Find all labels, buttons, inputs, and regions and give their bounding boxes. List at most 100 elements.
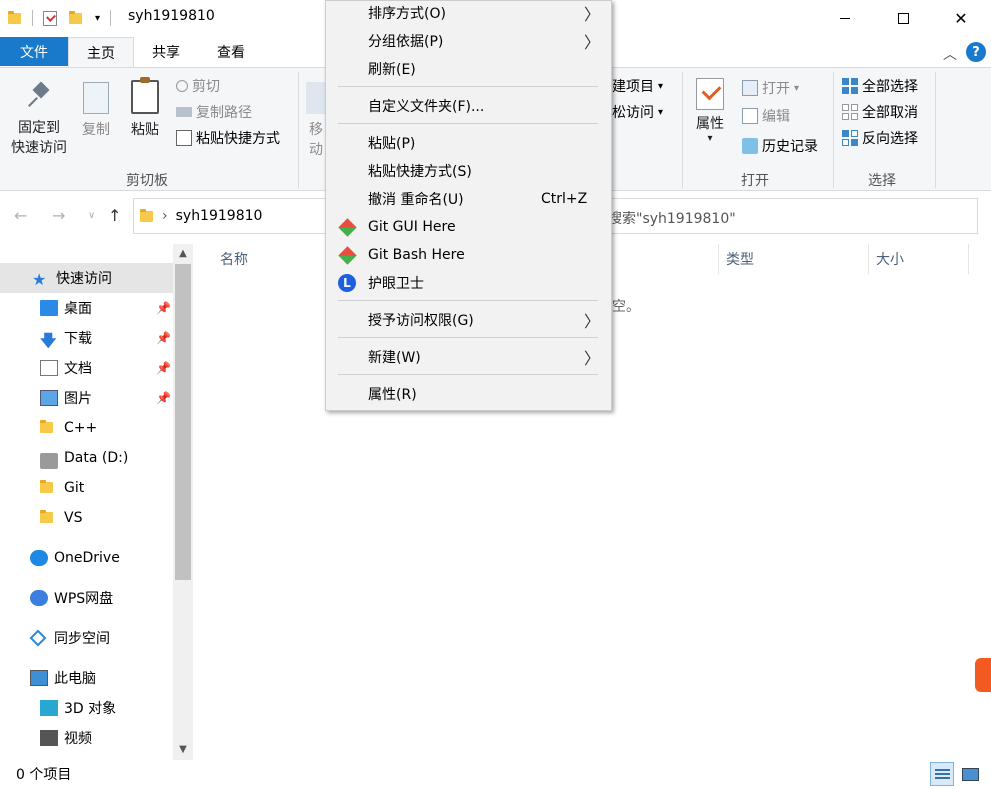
recent-locations-chevron-icon[interactable]: ∨ <box>88 210 95 221</box>
menu-item-paste[interactable]: 粘贴(P) <box>326 129 611 157</box>
tab-file[interactable]: 文件 <box>0 37 68 66</box>
breadcrumb: › syh1919810 <box>140 208 262 224</box>
sidebar-item-pictures[interactable]: 图片 <box>0 383 173 413</box>
submenu-arrow-icon: 〉 <box>584 312 601 331</box>
menu-item-new[interactable]: 新建(W) 〉 <box>326 343 611 371</box>
tab-share[interactable]: 共享 <box>134 37 198 67</box>
menu-item-refresh[interactable]: 刷新(E) <box>326 55 611 83</box>
menu-separator <box>338 123 598 124</box>
menu-item-group-by[interactable]: 分组依据(P) 〉 <box>326 27 611 55</box>
close-button[interactable]: ✕ <box>932 0 990 36</box>
up-arrow-icon[interactable]: ↑ <box>108 206 121 225</box>
sidebar-item-this-pc[interactable]: 此电脑 <box>0 663 173 693</box>
help-icon[interactable]: ? <box>966 42 986 62</box>
copy-path-button[interactable]: 复制路径 <box>176 102 252 122</box>
large-icons-view-button[interactable] <box>958 762 982 786</box>
menu-item-undo-rename[interactable]: 撤消 重命名(U) Ctrl+Z <box>326 185 611 213</box>
pin-label-line1: 固定到 <box>18 120 60 136</box>
column-divider[interactable] <box>718 244 719 274</box>
search-input[interactable]: 搜索"syh1919810" <box>608 208 736 228</box>
sidebar-item-vs[interactable]: VS <box>0 503 173 533</box>
sidebar-item-label: VS <box>64 510 83 526</box>
history-button[interactable]: 历史记录 <box>742 136 818 156</box>
paste-button[interactable]: 粘贴 <box>126 74 164 140</box>
menu-item-git-gui[interactable]: Git GUI Here <box>326 213 611 241</box>
properties-icon <box>696 78 724 110</box>
pin-icon[interactable]: 📌 <box>156 331 171 345</box>
menu-item-sort-by[interactable]: 排序方式(O) 〉 <box>326 0 611 27</box>
paste-shortcut-button[interactable]: 粘贴快捷方式 <box>176 128 280 148</box>
breadcrumb-current[interactable]: syh1919810 <box>176 208 263 224</box>
sidebar-item-quick-access[interactable]: ★ 快速访问 <box>0 263 173 293</box>
menu-item-properties[interactable]: 属性(R) <box>326 380 611 408</box>
sidebar-item-documents[interactable]: 文档 <box>0 353 173 383</box>
submenu-arrow-icon: 〉 <box>584 5 601 24</box>
back-arrow-icon[interactable]: ← <box>14 206 27 225</box>
menu-item-label: 刷新(E) <box>368 62 416 78</box>
video-icon <box>40 730 58 746</box>
new-item-button[interactable]: 建项目 ▾ <box>612 76 663 96</box>
scroll-down-icon[interactable]: ▼ <box>173 740 193 758</box>
folder-icon <box>40 480 58 496</box>
column-header-type[interactable]: 类型 <box>726 244 754 274</box>
details-view-button[interactable] <box>930 762 954 786</box>
copy-button[interactable]: 复制 <box>78 74 114 140</box>
properties-quick-icon[interactable] <box>43 10 57 26</box>
maximize-button[interactable] <box>874 0 932 36</box>
tab-view[interactable]: 查看 <box>198 37 264 67</box>
pin-icon[interactable]: 📌 <box>156 391 171 405</box>
menu-item-give-access[interactable]: 授予访问权限(G) 〉 <box>326 306 611 334</box>
move-to-icon <box>306 82 326 114</box>
sidebar-item-sync-space[interactable]: 同步空间 <box>0 623 173 653</box>
forward-arrow-icon[interactable]: → <box>52 206 65 225</box>
menu-item-paste-shortcut[interactable]: 粘贴快捷方式(S) <box>326 157 611 185</box>
select-all-button[interactable]: 全部选择 <box>842 76 918 96</box>
sidebar-item-videos[interactable]: 视频 <box>0 723 173 753</box>
paste-shortcut-label: 粘贴快捷方式 <box>196 131 280 147</box>
minimize-button[interactable] <box>816 0 874 36</box>
scroll-up-icon[interactable]: ▲ <box>173 244 193 262</box>
new-folder-quick-icon[interactable] <box>69 11 83 25</box>
cut-button[interactable]: 剪切 <box>176 76 220 96</box>
tab-home[interactable]: 主页 <box>68 37 134 68</box>
sidebar-item-git[interactable]: Git <box>0 473 173 503</box>
menu-item-customize-folder[interactable]: 自定义文件夹(F)... <box>326 92 611 120</box>
column-header-size[interactable]: 大小 <box>876 244 904 274</box>
select-none-button[interactable]: 全部取消 <box>842 102 918 122</box>
menu-item-label: Git Bash Here <box>368 247 465 263</box>
sidebar-item-onedrive[interactable]: OneDrive <box>0 543 173 573</box>
column-divider[interactable] <box>968 244 969 274</box>
menu-item-git-bash[interactable]: Git Bash Here <box>326 241 611 269</box>
customize-toolbar-chevron-icon[interactable]: ▾ <box>95 13 100 24</box>
sidebar-item-cpp[interactable]: C++ <box>0 413 173 443</box>
sidebar-item-3d-objects[interactable]: 3D 对象 <box>0 693 173 723</box>
new-item-label: 建项目 <box>612 79 654 95</box>
pin-to-quick-access-button[interactable]: 固定到 快速访问 <box>8 74 70 158</box>
scroll-thumb[interactable] <box>175 264 191 580</box>
sidebar-scrollbar[interactable]: ▲ ▼ <box>173 244 193 760</box>
sidebar-item-wps-drive[interactable]: WPS网盘 <box>0 583 173 613</box>
menu-item-eye-guard[interactable]: L 护眼卫士 <box>326 269 611 297</box>
sidebar-item-label: 桌面 <box>64 301 92 317</box>
pin-icon[interactable]: 📌 <box>156 301 171 315</box>
sidebar-item-data-drive[interactable]: Data (D:) <box>0 443 173 473</box>
sidebar-item-downloads[interactable]: 🡇 下载 <box>0 323 173 353</box>
open-button[interactable]: 打开 ▾ <box>742 78 799 98</box>
menu-separator <box>338 300 598 301</box>
eye-guard-icon: L <box>338 274 356 292</box>
menu-item-label: Git GUI Here <box>368 219 456 235</box>
ribbon-divider <box>935 72 936 188</box>
scissors-icon <box>176 80 188 92</box>
column-header-name[interactable]: 名称 <box>220 244 248 274</box>
easy-access-button[interactable]: 松访问 ▾ <box>612 102 663 122</box>
edit-button[interactable]: 编辑 <box>742 106 790 126</box>
invert-selection-button[interactable]: 反向选择 <box>842 128 918 148</box>
download-arrow-icon: 🡇 <box>40 331 57 350</box>
pin-icon[interactable]: 📌 <box>156 361 171 375</box>
properties-button[interactable]: 属性 ▾ <box>692 74 728 144</box>
properties-dropdown-icon: ▾ <box>707 133 713 144</box>
sidebar-item-desktop[interactable]: 桌面 <box>0 293 173 323</box>
menu-item-label: 排序方式(O) <box>368 6 446 22</box>
column-divider[interactable] <box>868 244 869 274</box>
collapse-ribbon-chevron-icon[interactable]: ︿ <box>943 44 957 64</box>
